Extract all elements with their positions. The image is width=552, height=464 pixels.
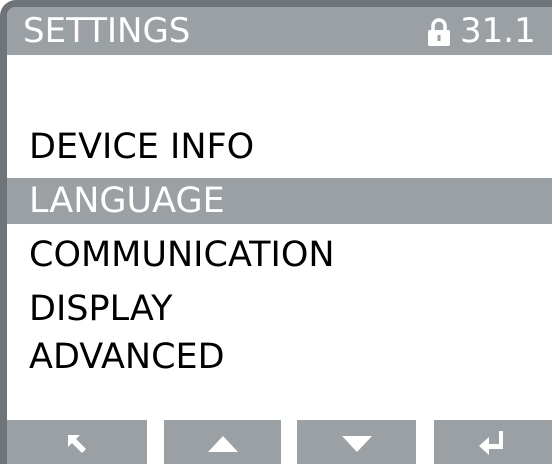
down-arrow-icon xyxy=(341,436,372,452)
back-arrow-icon xyxy=(68,435,86,453)
enter-icon xyxy=(479,431,503,455)
menu-item-advanced[interactable]: ADVANCED xyxy=(7,334,552,380)
menu-item-communication[interactable]: COMMUNICATION xyxy=(7,232,552,278)
up-arrow-icon xyxy=(207,436,238,452)
menu-item-language[interactable]: LANGUAGE xyxy=(7,178,552,224)
page-title: SETTINGS xyxy=(23,11,191,51)
menu-item-device-info[interactable]: DEVICE INFO xyxy=(7,124,552,170)
menu-item-display[interactable]: DISPLAY xyxy=(7,286,552,332)
header-value: 31.1 xyxy=(460,11,536,51)
settings-screen: SETTINGS 31.1 DEVICE INFO LANGUAGE COMMU… xyxy=(0,0,552,464)
down-button[interactable] xyxy=(297,420,416,464)
up-button[interactable] xyxy=(164,420,281,464)
back-button[interactable] xyxy=(7,420,147,464)
lock-icon xyxy=(427,17,451,47)
enter-button[interactable] xyxy=(434,420,552,464)
header-bar: SETTINGS 31.1 xyxy=(7,7,552,55)
